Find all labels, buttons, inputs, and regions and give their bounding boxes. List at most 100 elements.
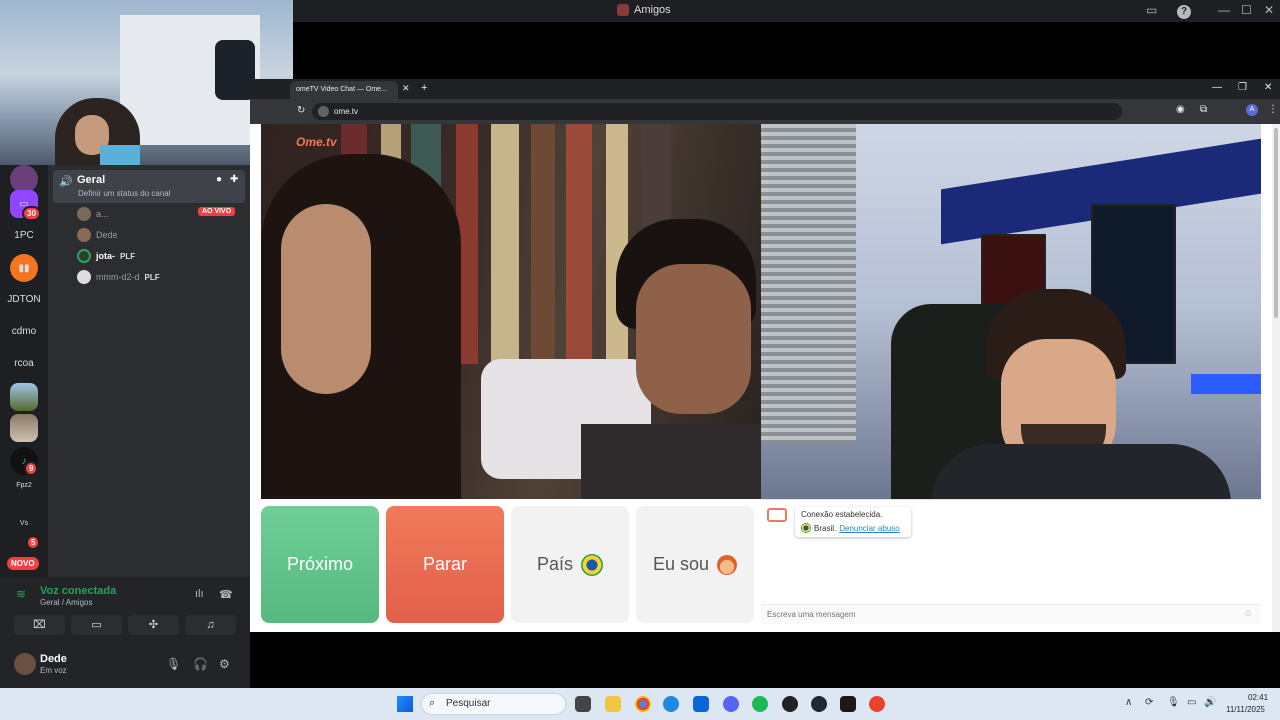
headphones-icon[interactable]: 🎧 [193, 657, 208, 671]
reload-icon[interactable]: ↻ [297, 105, 305, 116]
member-tag: PLF [144, 272, 160, 282]
brazil-flag-icon [581, 553, 604, 576]
server-rcoa[interactable]: rcoa [0, 358, 48, 369]
tab-strip: omeTV Video Chat — Ome... ✕ + — ❐ ✕ [250, 79, 1280, 99]
server-1pc[interactable]: 1PC [0, 230, 48, 241]
signal-icon[interactable]: ≋ [16, 587, 26, 601]
new-badge[interactable]: NOVO [7, 557, 39, 570]
live-badge: AO VIVO [198, 207, 236, 216]
noise-suppression-icon[interactable]: ılı [195, 588, 204, 600]
speaker-icon: 🔊 [59, 176, 73, 188]
discord-icon[interactable] [723, 696, 739, 712]
inbox-icon[interactable]: ▭ [1146, 3, 1157, 17]
clock-time[interactable]: 02:41 [1248, 693, 1268, 702]
photo-server-icon[interactable] [10, 414, 38, 442]
search-icon: ⌕ [429, 697, 436, 709]
country-text: Brasil. [814, 523, 837, 533]
server-cdmo[interactable]: cdmo [0, 326, 48, 337]
voice-panel: ≋ Voz conectada Geral / Amigos ılı ☎ ⌧ ▭… [0, 577, 250, 688]
server-vs[interactable]: Vs [0, 520, 48, 527]
minimize-button[interactable]: — [1218, 3, 1230, 17]
avatar [77, 249, 91, 263]
close-button[interactable]: ✕ [1264, 82, 1272, 93]
add-member-icon[interactable]: ✚ [230, 174, 238, 185]
address-bar[interactable]: ome.tv [312, 103, 1122, 120]
voice-connected-title[interactable]: Voz conectada [40, 585, 116, 597]
minimize-button[interactable]: — [1212, 82, 1222, 93]
camera-button[interactable]: ⌧ [14, 615, 65, 635]
file-explorer-icon[interactable] [605, 696, 621, 712]
channel-status[interactable]: Definir um status do canal [78, 189, 171, 198]
landscape-server-icon[interactable] [10, 383, 38, 411]
audio-server-icon[interactable]: ▮▮ [10, 254, 38, 282]
network-icon[interactable]: ▭ [1187, 697, 1196, 708]
screen-share-button[interactable]: ▭ [71, 615, 122, 635]
close-tab-icon[interactable]: ✕ [402, 83, 410, 94]
voice-connected-subtitle[interactable]: Geral / Amigos [40, 598, 92, 607]
search-label: Pesquisar [446, 698, 491, 709]
member-item[interactable]: jota- PLF [77, 249, 135, 263]
report-abuse-link[interactable]: Denunciar abuso [839, 524, 899, 533]
emoji-icon[interactable]: ☺ [1243, 608, 1253, 619]
boy-emoji-icon [717, 554, 738, 575]
soundboard-button[interactable]: ♫ [185, 615, 236, 635]
avatar [77, 270, 91, 284]
disconnect-icon[interactable]: ☎ [219, 588, 233, 601]
tab-title: omeTV Video Chat — Ome... [296, 86, 387, 93]
member-item[interactable]: a... [77, 207, 109, 221]
stop-label: Parar [422, 554, 467, 574]
member-name: mmm-d2-d [96, 272, 140, 282]
obs-icon[interactable] [782, 696, 798, 712]
activities-button[interactable]: ✣ [128, 615, 179, 635]
country-button[interactable]: País [511, 506, 629, 623]
stop-button[interactable]: Parar [386, 506, 504, 623]
restore-button[interactable]: ❐ [1238, 82, 1247, 93]
address-bar-row: ↻ ome.tv ◉ ⧉ A ⋮ [250, 99, 1280, 124]
volume-icon[interactable]: 🔊 [1204, 697, 1216, 708]
profile-avatar[interactable]: A [1246, 104, 1258, 116]
browser-tab[interactable]: omeTV Video Chat — Ome... [290, 81, 398, 99]
next-button[interactable]: Próximo [261, 506, 379, 623]
outlook-icon[interactable] [693, 696, 709, 712]
system-message: Conexão estabelecida. Brasil. Denunciar … [795, 507, 911, 537]
close-button[interactable]: ✕ [1264, 3, 1274, 17]
chrome-icon[interactable] [635, 696, 651, 712]
server-icon[interactable] [10, 165, 38, 193]
maximize-button[interactable]: ☐ [1241, 3, 1252, 17]
ometv-logo[interactable]: Ome.tv [296, 135, 337, 149]
user-name[interactable]: Dede [40, 653, 67, 665]
sync-icon[interactable]: ⟳ [1145, 697, 1153, 708]
extension-icon[interactable]: ◉ [1176, 104, 1185, 115]
taskbar-search[interactable]: ⌕ Pesquisar [421, 693, 566, 715]
terminal-icon[interactable] [840, 696, 856, 712]
settings-gear-icon[interactable]: ⚙ [219, 657, 230, 671]
server-fpz2[interactable]: Fpz2 [0, 482, 48, 489]
avatar[interactable] [14, 653, 36, 675]
game-launcher-icon[interactable] [869, 696, 885, 712]
task-view-icon[interactable] [575, 696, 591, 712]
window-title: Amigos [617, 4, 671, 16]
browser-window: omeTV Video Chat — Ome... ✕ + — ❐ ✕ ↻ om… [250, 79, 1280, 632]
member-item[interactable]: Dede [77, 228, 118, 242]
tray-overflow-icon[interactable]: ∧ [1125, 697, 1132, 708]
mic-tray-icon[interactable]: 🎙 [1167, 697, 1180, 708]
extensions-puzzle-icon[interactable]: ⧉ [1200, 104, 1207, 115]
scrollbar[interactable] [1272, 124, 1280, 632]
gender-button[interactable]: Eu sou [636, 506, 754, 623]
edge-icon[interactable] [663, 696, 679, 712]
voice-channel-header[interactable]: 🔊 Geral Definir um status do canal ● ✚ [53, 170, 245, 203]
message-input[interactable] [761, 604, 1261, 624]
spotify-icon[interactable] [752, 696, 768, 712]
clock-date[interactable]: 11/11/2025 [1226, 705, 1265, 714]
windows-start-icon[interactable] [397, 696, 413, 712]
chat-bubble-icon[interactable]: ● [216, 174, 222, 185]
mic-icon[interactable]: 🎙 [166, 657, 181, 671]
menu-icon[interactable]: ⋮ [1268, 104, 1278, 115]
member-item[interactable]: mmm-d2-d PLF [77, 270, 160, 284]
site-info-icon[interactable] [318, 106, 329, 117]
steam-icon[interactable] [811, 696, 827, 712]
help-icon[interactable]: ? [1177, 3, 1191, 19]
twitch-badge: 30 [22, 206, 41, 221]
server-jdton[interactable]: JDTON [0, 294, 48, 305]
new-tab-icon[interactable]: + [421, 82, 427, 94]
